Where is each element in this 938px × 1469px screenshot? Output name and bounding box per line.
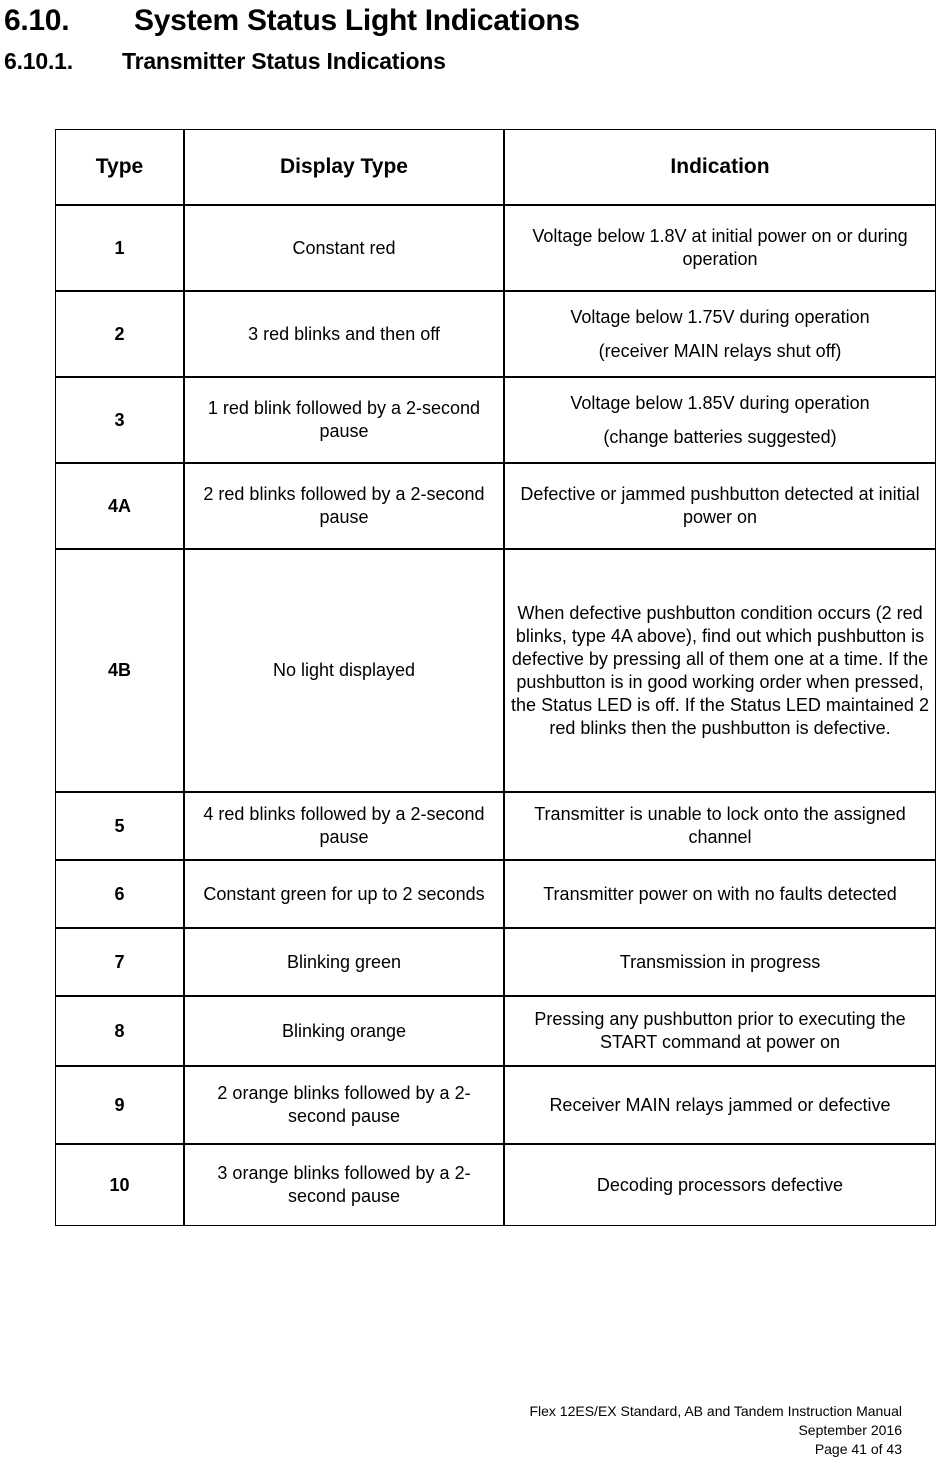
status-table-wrapper: Type Display Type Indication 1 Constant … <box>55 129 936 1226</box>
cell-type: 4A <box>55 463 184 549</box>
cell-display-type: Blinking green <box>184 928 504 996</box>
cell-type: 10 <box>55 1144 184 1226</box>
cell-type: 6 <box>55 860 184 928</box>
cell-indication: When defective pushbutton condition occu… <box>504 549 936 792</box>
cell-indication: Transmission in progress <box>504 928 936 996</box>
cell-display-type: 2 red blinks followed by a 2-second paus… <box>184 463 504 549</box>
column-header-type: Type <box>55 129 184 205</box>
footer-manual-title: Flex 12ES/EX Standard, AB and Tandem Ins… <box>529 1403 902 1419</box>
cell-type: 4B <box>55 549 184 792</box>
cell-display-type: Blinking orange <box>184 996 504 1066</box>
cell-display-type: 1 red blink followed by a 2-second pause <box>184 377 504 463</box>
cell-display-type: 3 red blinks and then off <box>184 291 504 377</box>
table-row: 8 Blinking orange Pressing any pushbutto… <box>55 996 936 1066</box>
cell-indication: Pressing any pushbutton prior to executi… <box>504 996 936 1066</box>
table-row: 5 4 red blinks followed by a 2-second pa… <box>55 792 936 860</box>
section-heading: 6.10. System Status Light Indications <box>4 4 904 38</box>
cell-indication: Transmitter power on with no faults dete… <box>504 860 936 928</box>
section-number: 6.10. <box>4 4 70 37</box>
table-header-row: Type Display Type Indication <box>55 129 936 205</box>
cell-indication: Voltage below 1.85V during operation (ch… <box>504 377 936 463</box>
cell-type: 3 <box>55 377 184 463</box>
indication-line-2: (receiver MAIN relays shut off) <box>598 341 842 361</box>
subsection-number: 6.10.1. <box>4 48 73 74</box>
table-row: 4B No light displayed When defective pus… <box>55 549 936 792</box>
table-row: 2 3 red blinks and then off Voltage belo… <box>55 291 936 377</box>
document-page: 6.10. System Status Light Indications 6.1… <box>0 0 938 1469</box>
cell-indication: Decoding processors defective <box>504 1144 936 1226</box>
cell-display-type: Constant green for up to 2 seconds <box>184 860 504 928</box>
cell-type: 8 <box>55 996 184 1066</box>
cell-indication: Voltage below 1.75V during operation (re… <box>504 291 936 377</box>
page-footer: Flex 12ES/EX Standard, AB and Tandem Ins… <box>529 1402 902 1459</box>
transmitter-status-table: Type Display Type Indication 1 Constant … <box>55 129 936 1226</box>
cell-type: 9 <box>55 1066 184 1144</box>
cell-display-type: 2 orange blinks followed by a 2-second p… <box>184 1066 504 1144</box>
table-row: 6 Constant green for up to 2 seconds Tra… <box>55 860 936 928</box>
footer-page-number: Page 41 of 43 <box>814 1441 902 1457</box>
cell-indication: Receiver MAIN relays jammed or defective <box>504 1066 936 1144</box>
column-header-indication: Indication <box>504 129 936 205</box>
cell-type: 2 <box>55 291 184 377</box>
indication-line-1: Voltage below 1.75V during operation <box>570 307 870 327</box>
table-row: 1 Constant red Voltage below 1.8V at ini… <box>55 205 936 291</box>
table-row: 10 3 orange blinks followed by a 2-secon… <box>55 1144 936 1226</box>
section-title: System Status Light Indications <box>134 4 580 37</box>
cell-display-type: 3 orange blinks followed by a 2-second p… <box>184 1144 504 1226</box>
cell-indication: Defective or jammed pushbutton detected … <box>504 463 936 549</box>
cell-display-type: Constant red <box>184 205 504 291</box>
cell-type: 5 <box>55 792 184 860</box>
indication-line-1: Voltage below 1.85V during operation <box>570 393 870 413</box>
cell-display-type: No light displayed <box>184 549 504 792</box>
column-header-display-type: Display Type <box>184 129 504 205</box>
subsection-heading: 6.10.1. Transmitter Status Indications <box>4 48 904 75</box>
table-row: 4A 2 red blinks followed by a 2-second p… <box>55 463 936 549</box>
cell-display-type: 4 red blinks followed by a 2-second paus… <box>184 792 504 860</box>
cell-type: 1 <box>55 205 184 291</box>
cell-indication: Voltage below 1.8V at initial power on o… <box>504 205 936 291</box>
table-row: 9 2 orange blinks followed by a 2-second… <box>55 1066 936 1144</box>
table-row: 7 Blinking green Transmission in progres… <box>55 928 936 996</box>
footer-date: September 2016 <box>798 1422 902 1438</box>
table-row: 3 1 red blink followed by a 2-second pau… <box>55 377 936 463</box>
cell-type: 7 <box>55 928 184 996</box>
cell-indication: Transmitter is unable to lock onto the a… <box>504 792 936 860</box>
indication-line-2: (change batteries suggested) <box>603 427 837 447</box>
subsection-title: Transmitter Status Indications <box>122 48 446 74</box>
